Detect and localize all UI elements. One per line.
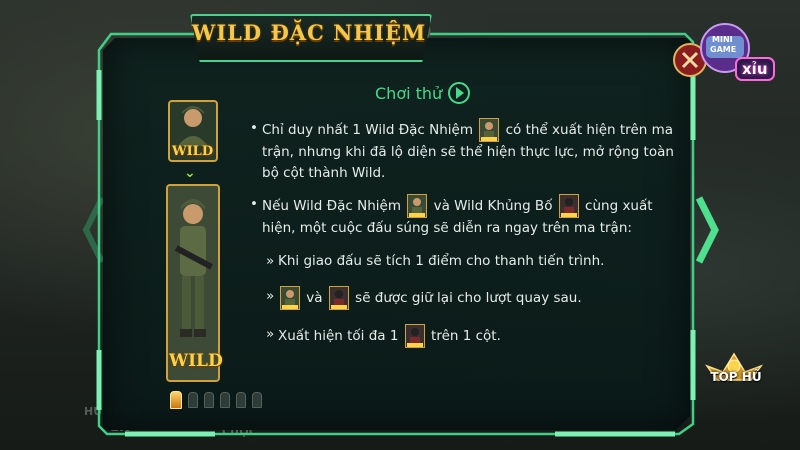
rules-text: Chỉ duy nhất 1 Wild Đặc Nhiệm có thể xuấ… — [250, 118, 690, 348]
rule-paragraph-1: Chỉ duy nhất 1 Wild Đặc Nhiệm có thể xuấ… — [250, 118, 690, 184]
play-icon — [448, 82, 471, 104]
wild-commando-icon — [479, 118, 500, 142]
mini-game-button[interactable]: MINI GAME xỉu — [670, 18, 780, 88]
rule-text: trên 1 cột. — [431, 328, 501, 344]
wild-terrorist-icon — [328, 286, 349, 310]
mini-badge-line1: MINI — [712, 35, 733, 44]
chevron-right-icon — [695, 196, 719, 264]
bullet-icon-filled — [170, 391, 182, 409]
wild-symbol-expanded: WILD — [166, 184, 223, 382]
rule-paragraph-2: Nếu Wild Đặc Nhiệm và Wild Khủng Bố cùng… — [250, 194, 690, 239]
bullet-icon — [252, 392, 262, 408]
next-page-button[interactable] — [693, 190, 719, 270]
mini-badge-line2: GAME — [710, 45, 737, 54]
wild-terrorist-icon — [404, 324, 425, 348]
wild-commando-icon — [407, 194, 428, 218]
chevron-down-icon: ⌄ — [184, 165, 196, 181]
rule-text: Xuất hiện tối đa 1 — [278, 328, 399, 344]
rule-sub-2: và sẽ được giữ lại cho lượt quay sau. — [250, 286, 690, 310]
rule-text: Khi giao đấu sẽ tích 1 điểm cho thanh ti… — [278, 253, 605, 269]
rule-sub-3: Xuất hiện tối đa 1 trên 1 cột. — [250, 324, 690, 348]
top-hu-label: TOP HŨ — [710, 370, 762, 384]
rule-text: Nếu Wild Đặc Nhiệm — [262, 198, 401, 214]
demo-label: Chơi thử — [375, 83, 443, 103]
rule-sub-1: Khi giao đấu sẽ tích 1 điểm cho thanh ti… — [250, 251, 690, 272]
wild-symbol-small: WILD — [168, 100, 218, 162]
rule-text: và Wild Khủng Bố — [433, 198, 553, 214]
page-title: WILD ĐẶC NHIỆM — [191, 20, 427, 45]
rule-text: và — [306, 290, 323, 306]
wild-label: WILD — [172, 144, 214, 159]
demo-button[interactable]: Chơi thử — [375, 82, 471, 104]
bullet-icon — [236, 392, 246, 408]
bullet-icon — [204, 392, 214, 408]
wild-terrorist-icon — [558, 194, 579, 218]
wild-label-large: WILD — [169, 351, 223, 371]
wild-commando-icon — [280, 286, 300, 310]
rule-text: sẽ được giữ lại cho lượt quay sau. — [355, 290, 582, 306]
bullet-icon — [220, 392, 230, 408]
progress-bullets — [170, 391, 262, 409]
mini-game-label: xỉu — [742, 60, 768, 78]
bullet-icon — [188, 392, 198, 408]
rule-text: Chỉ duy nhất 1 Wild Đặc Nhiệm — [262, 122, 474, 138]
